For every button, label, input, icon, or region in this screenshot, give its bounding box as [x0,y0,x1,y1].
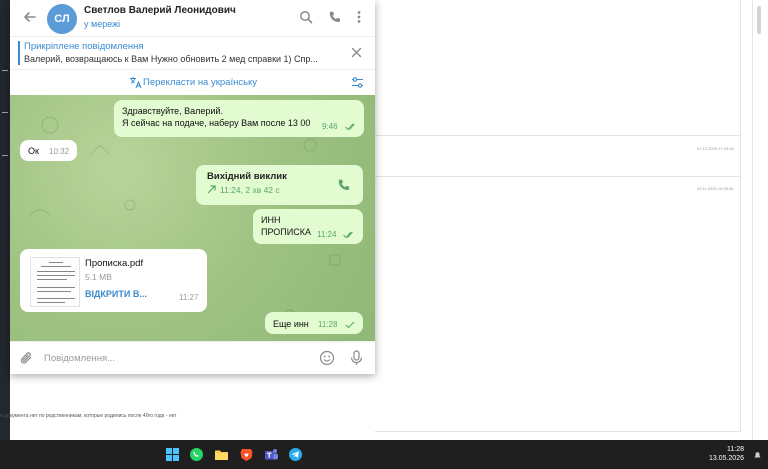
message-bubble-outgoing[interactable]: ИНН ПРОПИСКА 11:24 [253,209,363,244]
message-input[interactable] [44,349,304,367]
system-clock[interactable]: 11:28 13.05.2026 [709,445,744,463]
message-text-line: ИНН [261,215,281,225]
message-bubble-outgoing[interactable]: Еще инн 11:28 [265,312,363,334]
pinned-text: Валерий, возвращаюсь к Вам Нужно обновит… [24,54,318,64]
translate-bar: Перекласти на українську [10,69,375,95]
translate-icon [130,77,142,89]
background-timestamp: 20.11.2025 10:08:26 [697,186,734,191]
background-app-sidebar [0,0,10,440]
message-bubble-incoming[interactable]: Ок 10:32 [20,140,77,161]
background-app-panel [375,0,741,432]
single-check-sent-icon [345,321,355,329]
message-text-line: Здравствуйте, Валерий. [122,106,223,116]
clock-date: 13.05.2026 [708,455,744,462]
settings-sliders-icon[interactable] [351,76,364,89]
message-time: 11:28 [318,320,338,329]
double-check-read-icon [343,231,353,239]
background-scrollbar[interactable] [752,0,768,440]
call-message-bubble[interactable]: Вихідний виклик 11:24, 2 хв 42 с [196,165,363,205]
double-check-read-icon [345,123,355,131]
contact-status: у мережі [84,19,121,29]
translate-button[interactable]: Перекласти на українську [143,77,257,88]
telegram-icon[interactable] [288,447,303,462]
paperclip-icon[interactable] [19,351,34,366]
message-composer [10,341,375,374]
message-time: 9:46 [322,122,338,131]
search-icon[interactable] [299,10,313,24]
message-time: 11:27 [179,293,199,302]
telegram-chat-window: СЛ Светлов Валерий Леонидович у мережі П… [10,0,375,374]
chat-header: СЛ Светлов Валерий Леонидович у мережі [10,0,375,35]
microphone-icon[interactable] [350,350,363,366]
phone-icon[interactable] [337,178,351,192]
avatar[interactable]: СЛ [47,4,77,34]
scrollbar-thumb[interactable] [757,6,761,34]
call-detail: 11:24, 2 хв 42 с [220,185,280,195]
contact-name[interactable]: Светлов Валерий Леонидович [84,5,236,16]
message-text-line: Я сейчас на подаче, наберу Вам после 13 … [122,118,311,128]
call-title: Вихідний виклик [207,171,287,182]
file-size: 5.1 MB [85,272,112,282]
file-message-bubble[interactable]: Прописка.pdf 5.1 MB ВІДКРИТИ В... 11:27 [20,249,207,312]
windows-taskbar: 11:28 13.05.2026 [0,440,768,469]
background-divider [375,135,741,136]
close-icon[interactable] [350,46,363,59]
whatsapp-icon[interactable] [189,447,204,462]
more-options-icon[interactable] [352,10,366,24]
teams-icon[interactable] [264,447,279,462]
outgoing-call-arrow-icon [207,185,216,194]
phone-call-icon[interactable] [328,10,342,24]
sidebar-marker [2,155,8,156]
message-text-line: Ок [28,146,39,156]
sidebar-marker [2,70,8,71]
open-file-button[interactable]: ВІДКРИТИ В... [85,289,147,299]
back-arrow-icon[interactable] [22,9,38,25]
file-name: Прописка.pdf [85,258,144,269]
emoji-icon[interactable] [319,350,335,366]
brave-browser-icon[interactable] [239,447,254,462]
message-text-line: ПРОПИСКА [261,227,311,237]
background-timestamp: 01.12.2025 17:19:26 [697,146,734,151]
message-bubble-outgoing[interactable]: Здравствуйте, Валерий. Я сейчас на подач… [114,100,364,137]
message-list[interactable]: Здравствуйте, Валерий. Я сейчас на подач… [10,95,375,341]
message-time: 11:24 [317,230,337,239]
file-explorer-icon[interactable] [214,447,229,462]
message-time: 10:32 [49,147,70,156]
pdf-thumbnail[interactable] [30,257,80,307]
clock-time: 11:28 [727,446,744,453]
notification-bell-icon[interactable] [753,451,762,459]
background-divider [375,176,741,177]
pinned-message-bar[interactable]: Прикріплене повідомлення Валерий, возвра… [10,36,375,68]
windows-start-icon[interactable] [165,447,180,462]
message-text-line: Еще инн [273,319,309,329]
sidebar-marker [2,112,8,113]
background-footer-text: о документа нет по родственникам, которы… [0,413,177,419]
pinned-accent-bar [18,41,20,65]
pinned-title: Прикріплене повідомлення [24,41,144,52]
